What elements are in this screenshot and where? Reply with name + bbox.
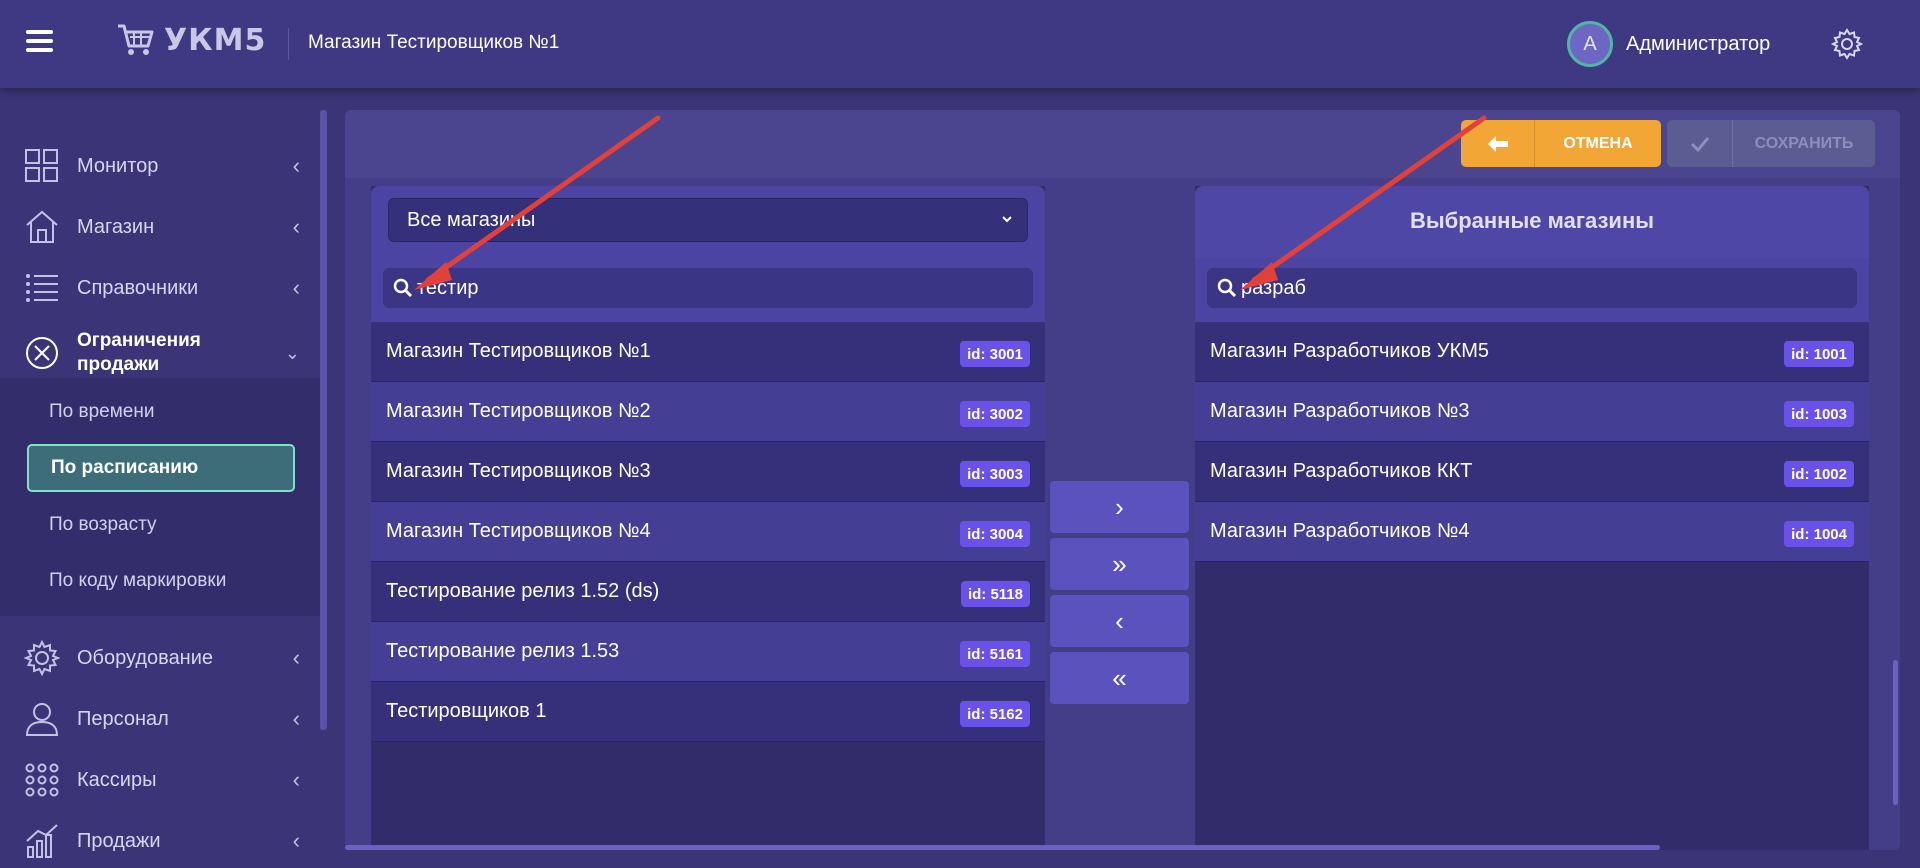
sidebar: Монитор ‹ Магазин ‹ Справочники ‹ Ограни… bbox=[0, 110, 320, 868]
subitem-by-schedule[interactable]: По расписанию bbox=[27, 444, 295, 492]
store-name: Магазин Тестировщиков №4 bbox=[386, 520, 651, 542]
store-id-badge: id: 5118 bbox=[960, 581, 1030, 607]
list-item[interactable]: Магазин Разработчиков ККТ id: 1002 bbox=[1195, 442, 1869, 502]
annotation-arrow-right bbox=[1240, 115, 1487, 290]
restriction-icon bbox=[26, 337, 58, 369]
remove-all-button[interactable]: « bbox=[1050, 652, 1189, 704]
list-item[interactable]: Магазин Тестировщиков №2 id: 3002 bbox=[371, 382, 1045, 442]
sidebar-item-store[interactable]: Магазин ‹ bbox=[0, 197, 320, 257]
subitem-by-time[interactable]: По времени bbox=[27, 388, 295, 436]
main-vertical-scrollbar[interactable] bbox=[1893, 660, 1898, 805]
top-header: УКМ5 Магазин Тестировщиков №1 А Админист… bbox=[0, 0, 1920, 88]
chevron-down-icon: ⌄ bbox=[284, 342, 300, 363]
list-item[interactable]: Магазин Разработчиков №3 id: 1003 bbox=[1195, 382, 1869, 442]
move-all-button[interactable]: » bbox=[1050, 538, 1189, 590]
sidebar-item-label: Кассиры bbox=[77, 768, 157, 791]
sidebar-item-monitor[interactable]: Монитор ‹ bbox=[0, 136, 320, 196]
list-item[interactable]: Магазин Разработчиков №4 id: 1004 bbox=[1195, 502, 1869, 562]
annotation-arrow-left bbox=[414, 115, 661, 290]
store-name: Тестировщиков 1 bbox=[386, 700, 547, 722]
remove-selected-button[interactable]: ‹ bbox=[1050, 595, 1189, 647]
sidebar-item-label: Ограничения продажи bbox=[77, 330, 201, 375]
sidebar-item-equipment[interactable]: Оборудование ‹ bbox=[0, 628, 320, 688]
list-item[interactable]: Магазин Тестировщиков №1 id: 3001 bbox=[371, 322, 1045, 382]
store-id-badge: id: 3001 bbox=[960, 341, 1030, 367]
store-name: Тестирование релиз 1.52 (ds) bbox=[386, 580, 660, 602]
user-icon bbox=[25, 703, 59, 736]
sidebar-item-directories[interactable]: Справочники ‹ bbox=[0, 258, 320, 318]
chevron-left-icon: ‹ bbox=[292, 153, 300, 178]
sidebar-item-staff[interactable]: Персонал ‹ bbox=[0, 689, 320, 749]
subitem-by-age[interactable]: По возрасту bbox=[27, 501, 295, 549]
cancel-button-label: ОТМЕНА bbox=[1563, 134, 1633, 152]
sidebar-item-label: Оборудование bbox=[77, 646, 214, 669]
sidebar-scrollbar[interactable] bbox=[320, 110, 327, 730]
store-icon bbox=[26, 210, 58, 243]
user-name[interactable]: Администратор bbox=[1626, 33, 1770, 56]
store-id-badge: id: 3004 bbox=[960, 521, 1030, 547]
chevron-left-icon: ‹ bbox=[292, 828, 300, 853]
sidebar-item-cashiers[interactable]: Кассиры ‹ bbox=[0, 750, 320, 810]
list-item[interactable]: Тестирование релиз 1.52 (ds) id: 5118 bbox=[371, 562, 1045, 622]
list-item[interactable]: Магазин Тестировщиков №3 id: 3003 bbox=[371, 442, 1045, 502]
chevron-left-icon: ‹ bbox=[292, 706, 300, 731]
store-id-badge: id: 1001 bbox=[1784, 341, 1854, 367]
store-name: Тестирование релиз 1.53 bbox=[386, 640, 620, 662]
chevron-left-icon: ‹ bbox=[292, 214, 300, 239]
chevron-left-icon: ‹ bbox=[292, 645, 300, 670]
header-divider bbox=[288, 28, 289, 60]
list-item[interactable]: Магазин Разработчиков УКМ5 id: 1001 bbox=[1195, 322, 1869, 382]
sidebar-item-label: Монитор bbox=[77, 154, 159, 177]
sidebar-item-label: Персонал bbox=[77, 707, 169, 730]
store-id-badge: id: 5161 bbox=[960, 641, 1030, 667]
chevron-left-icon: ‹ bbox=[292, 275, 300, 300]
list-icon bbox=[26, 274, 58, 302]
save-button[interactable]: СОХРАНИТЬ bbox=[1667, 120, 1875, 167]
sidebar-item-label: Магазин bbox=[77, 215, 155, 238]
settings-gear-icon[interactable] bbox=[1831, 28, 1863, 60]
store-name: Магазин Тестировщиков №3 bbox=[386, 460, 651, 482]
store-name: Магазин Разработчиков ККТ bbox=[1210, 460, 1473, 482]
sidebar-item-label: Продажи bbox=[77, 829, 161, 852]
gear-icon bbox=[24, 640, 60, 676]
store-id-badge: id: 1003 bbox=[1784, 401, 1854, 427]
store-id-badge: id: 5162 bbox=[960, 701, 1030, 727]
app-name: УКМ5 bbox=[164, 22, 267, 58]
list-item[interactable]: Тестирование релиз 1.53 id: 5161 bbox=[371, 622, 1045, 682]
cart-icon bbox=[118, 24, 154, 55]
sidebar-item-label: Справочники bbox=[77, 276, 199, 299]
submenu-sale-restrictions: По времени По расписанию По возрасту По … bbox=[0, 378, 320, 616]
store-name: Магазин Тестировщиков №1 bbox=[386, 340, 651, 362]
store-id-badge: id: 3002 bbox=[960, 401, 1030, 427]
store-id-badge: id: 3003 bbox=[960, 461, 1030, 487]
save-button-label: СОХРАНИТЬ bbox=[1754, 134, 1854, 152]
check-icon bbox=[1667, 120, 1733, 167]
main-horizontal-scrollbar[interactable] bbox=[345, 845, 1660, 850]
store-name: Магазин Разработчиков №4 bbox=[1210, 520, 1470, 542]
avatar[interactable]: А bbox=[1567, 21, 1613, 67]
menu-burger-icon[interactable] bbox=[26, 30, 53, 52]
sales-chart-icon bbox=[26, 824, 58, 858]
subitem-by-marking-code[interactable]: По коду маркировки bbox=[27, 557, 295, 605]
sidebar-item-sales[interactable]: Продажи ‹ bbox=[0, 811, 320, 868]
store-title: Магазин Тестировщиков №1 bbox=[308, 32, 560, 53]
dashboard-icon bbox=[25, 149, 58, 182]
app-logo[interactable]: УКМ5 bbox=[116, 22, 266, 58]
store-name: Магазин Тестировщиков №2 bbox=[386, 400, 651, 422]
list-item[interactable]: Тестировщиков 1 id: 5162 bbox=[371, 682, 1045, 742]
store-name: Магазин Разработчиков №3 bbox=[1210, 400, 1470, 422]
move-selected-button[interactable]: › bbox=[1050, 481, 1189, 533]
chevron-left-icon: ‹ bbox=[292, 767, 300, 792]
store-id-badge: id: 1002 bbox=[1784, 461, 1854, 487]
chevron-down-icon bbox=[1002, 216, 1012, 223]
list-item[interactable]: Магазин Тестировщиков №4 id: 3004 bbox=[371, 502, 1045, 562]
store-name: Магазин Разработчиков УКМ5 bbox=[1210, 340, 1490, 362]
store-id-badge: id: 1004 bbox=[1784, 521, 1854, 547]
cashiers-icon bbox=[25, 763, 59, 797]
